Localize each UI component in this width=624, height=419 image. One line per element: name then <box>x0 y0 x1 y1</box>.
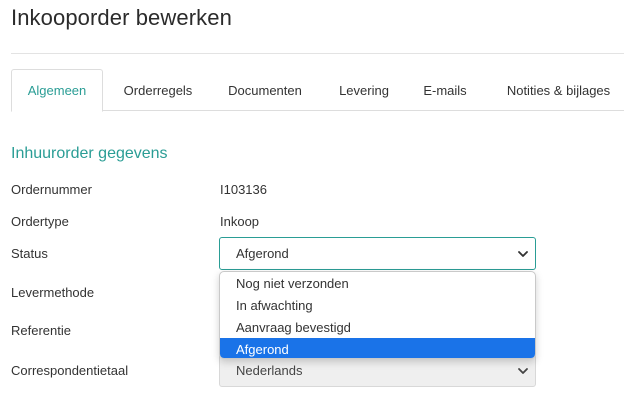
referentie-label: Referentie <box>11 323 71 338</box>
ordernummer-value: I103136 <box>220 182 267 197</box>
status-option-afgerond[interactable]: Afgerond <box>220 338 535 358</box>
tab-documenten[interactable]: Documenten <box>214 69 316 111</box>
ordertype-label: Ordertype <box>11 214 69 229</box>
status-label: Status <box>11 246 48 261</box>
status-select[interactable]: Afgerond <box>219 237 536 270</box>
tab-algemeen[interactable]: Algemeen <box>11 69 103 112</box>
page: Inkooporder bewerken Algemeen Orderregel… <box>0 0 624 419</box>
status-option-nog-niet-verzonden[interactable]: Nog niet verzonden <box>220 272 535 294</box>
tab-notities-bijlages[interactable]: Notities & bijlages <box>493 69 624 111</box>
title-divider <box>11 53 624 54</box>
chevron-down-icon <box>518 250 528 257</box>
ordertype-value: Inkoop <box>220 214 260 229</box>
ordernummer-label: Ordernummer <box>11 182 92 197</box>
status-option-in-afwachting[interactable]: In afwachting <box>220 294 535 316</box>
status-dropdown-list: Nog niet verzonden In afwachting Aanvraa… <box>219 271 536 359</box>
tab-bar: Algemeen Orderregels Documenten Levering… <box>11 69 624 112</box>
correspondentietaal-label: Correspondentietaal <box>11 363 129 378</box>
status-option-aanvraag-bevestigd[interactable]: Aanvraag bevestigd <box>220 316 535 338</box>
tab-e-mails[interactable]: E-mails <box>411 69 479 111</box>
chevron-down-icon <box>518 367 528 374</box>
page-title: Inkooporder bewerken <box>11 5 232 30</box>
section-title: Inhuurorder gegevens <box>11 145 168 162</box>
tab-orderregels[interactable]: Orderregels <box>108 69 208 111</box>
levermethode-label: Levermethode <box>11 285 95 300</box>
correspondentietaal-select-value: Nederlands <box>236 363 303 378</box>
status-select-value: Afgerond <box>236 246 289 261</box>
tab-levering[interactable]: Levering <box>329 69 399 111</box>
